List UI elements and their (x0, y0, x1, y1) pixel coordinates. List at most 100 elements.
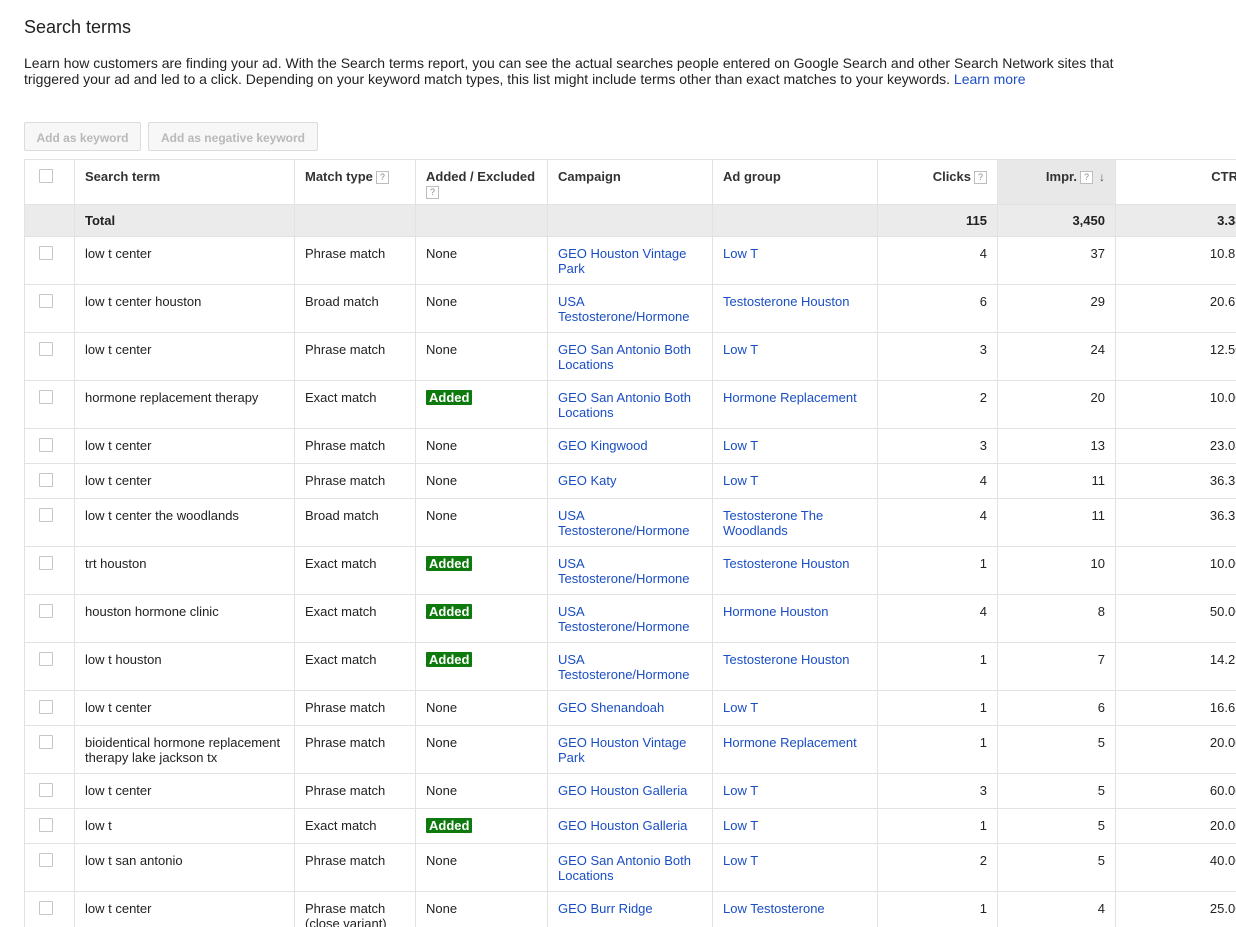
ad-group-link[interactable]: Testosterone The Woodlands (723, 508, 823, 538)
ad-group-cell: Low Testosterone (712, 891, 878, 927)
campaign-link[interactable]: GEO Katy (558, 473, 617, 488)
row-checkbox[interactable] (39, 508, 53, 522)
row-checkbox[interactable] (39, 783, 53, 797)
added-excluded-cell: None (415, 236, 548, 285)
campaign-link[interactable]: GEO Houston Vintage Park (558, 735, 686, 765)
column-header-ad-group[interactable]: Ad group (712, 159, 878, 205)
row-checkbox[interactable] (39, 390, 53, 404)
help-icon[interactable]: ? (426, 186, 439, 199)
ad-group-link[interactable]: Low T (723, 438, 758, 453)
ad-group-link[interactable]: Low T (723, 700, 758, 715)
ad-group-link[interactable]: Low T (723, 818, 758, 833)
clicks-cell: 1 (877, 690, 998, 726)
campaign-link[interactable]: GEO Burr Ridge (558, 901, 653, 916)
search-term-cell: hormone replacement therapy (74, 380, 295, 429)
total-impr: 3,450 (997, 204, 1116, 237)
campaign-link[interactable]: GEO Houston Galleria (558, 783, 687, 798)
column-header-ctr[interactable]: CTR? (1115, 159, 1236, 205)
table-header-row: Search term Match type? Added / Excluded… (24, 159, 1236, 205)
select-all-cell (24, 159, 75, 205)
impr-cell: 4 (997, 891, 1116, 927)
ad-group-link[interactable]: Hormone Houston (723, 604, 829, 619)
row-checkbox[interactable] (39, 438, 53, 452)
ad-group-link[interactable]: Hormone Replacement (723, 735, 857, 750)
row-select-cell (24, 236, 75, 285)
row-checkbox[interactable] (39, 853, 53, 867)
column-header-impr[interactable]: Impr.? ↓ (997, 159, 1116, 205)
campaign-cell: GEO San Antonio Both Locations (547, 843, 713, 892)
campaign-link[interactable]: GEO Shenandoah (558, 700, 664, 715)
campaign-link[interactable]: USA Testosterone/Hormone (558, 294, 690, 324)
search-term-cell: low t center (74, 690, 295, 726)
row-select-cell (24, 725, 75, 774)
match-type-cell: Phrase match (294, 690, 416, 726)
campaign-link[interactable]: GEO Houston Galleria (558, 818, 687, 833)
help-icon[interactable]: ? (375, 171, 389, 184)
campaign-link[interactable]: USA Testosterone/Hormone (558, 556, 690, 586)
column-header-clicks[interactable]: Clicks? (877, 159, 998, 205)
campaign-link[interactable]: GEO San Antonio Both Locations (558, 390, 691, 420)
ad-group-cell: Low T (712, 843, 878, 892)
column-header-campaign[interactable]: Campaign (547, 159, 713, 205)
ad-group-link[interactable]: Testosterone Houston (723, 652, 849, 667)
row-checkbox[interactable] (39, 342, 53, 356)
campaign-link[interactable]: USA Testosterone/Hormone (558, 652, 690, 682)
table-row: bioidentical hormone replacement therapy… (24, 725, 1236, 774)
added-badge: Added (426, 652, 473, 667)
row-checkbox[interactable] (39, 735, 53, 749)
clicks-cell: 1 (877, 808, 998, 844)
impr-cell: 10 (997, 546, 1116, 595)
table-row: low t center Phrase match None GEO Houston … (24, 773, 1236, 809)
clicks-cell: 3 (877, 428, 998, 464)
row-select-cell (24, 380, 75, 429)
learn-more-link[interactable]: Learn more (954, 71, 1026, 87)
add-as-keyword-button[interactable]: Add as keyword (24, 122, 141, 151)
column-header-added-excluded[interactable]: Added / Excluded? (415, 159, 548, 205)
campaign-link[interactable]: GEO Houston Vintage Park (558, 246, 686, 276)
ad-group-link[interactable]: Low T (723, 853, 758, 868)
clicks-cell: 1 (877, 725, 998, 774)
ctr-cell: 36.36% (1115, 498, 1236, 547)
campaign-cell: USA Testosterone/Hormone (547, 284, 713, 333)
campaign-link[interactable]: GEO Kingwood (558, 438, 648, 453)
select-all-checkbox[interactable] (39, 169, 53, 183)
add-as-negative-keyword-button[interactable]: Add as negative keyword (148, 122, 318, 151)
row-checkbox[interactable] (39, 901, 53, 915)
ad-group-link[interactable]: Low Testosterone (723, 901, 825, 916)
row-select-cell (24, 642, 75, 691)
row-checkbox[interactable] (39, 294, 53, 308)
added-badge: Added (426, 604, 473, 619)
row-checkbox[interactable] (39, 700, 53, 714)
row-checkbox[interactable] (39, 556, 53, 570)
row-checkbox[interactable] (39, 652, 53, 666)
added-excluded-cell: None (415, 498, 548, 547)
help-icon[interactable]: ? (974, 171, 987, 184)
ad-group-cell: Low T (712, 428, 878, 464)
ad-group-link[interactable]: Low T (723, 342, 758, 357)
ad-group-link[interactable]: Low T (723, 783, 758, 798)
ad-group-link[interactable]: Low T (723, 473, 758, 488)
ad-group-link[interactable]: Low T (723, 246, 758, 261)
ctr-cell: 23.08% (1115, 428, 1236, 464)
match-type-cell: Phrase match (294, 843, 416, 892)
campaign-link[interactable]: USA Testosterone/Hormone (558, 508, 690, 538)
row-select-cell (24, 332, 75, 381)
row-checkbox[interactable] (39, 246, 53, 260)
ad-group-cell: Testosterone Houston (712, 284, 878, 333)
ad-group-link[interactable]: Testosterone Houston (723, 294, 849, 309)
campaign-link[interactable]: GEO San Antonio Both Locations (558, 853, 691, 883)
campaign-link[interactable]: GEO San Antonio Both Locations (558, 342, 691, 372)
table-row: trt houston Exact match Added USA Testoster… (24, 546, 1236, 595)
ad-group-link[interactable]: Testosterone Houston (723, 556, 849, 571)
search-term-cell: low t center (74, 428, 295, 464)
campaign-cell: USA Testosterone/Hormone (547, 546, 713, 595)
help-icon[interactable]: ? (1080, 171, 1093, 184)
row-checkbox[interactable] (39, 604, 53, 618)
added-excluded-value: None (426, 735, 458, 750)
row-checkbox[interactable] (39, 473, 53, 487)
ad-group-link[interactable]: Hormone Replacement (723, 390, 857, 405)
row-checkbox[interactable] (39, 818, 53, 832)
column-header-match-type[interactable]: Match type? (294, 159, 416, 205)
campaign-link[interactable]: USA Testosterone/Hormone (558, 604, 690, 634)
column-header-search-term[interactable]: Search term (74, 159, 295, 205)
